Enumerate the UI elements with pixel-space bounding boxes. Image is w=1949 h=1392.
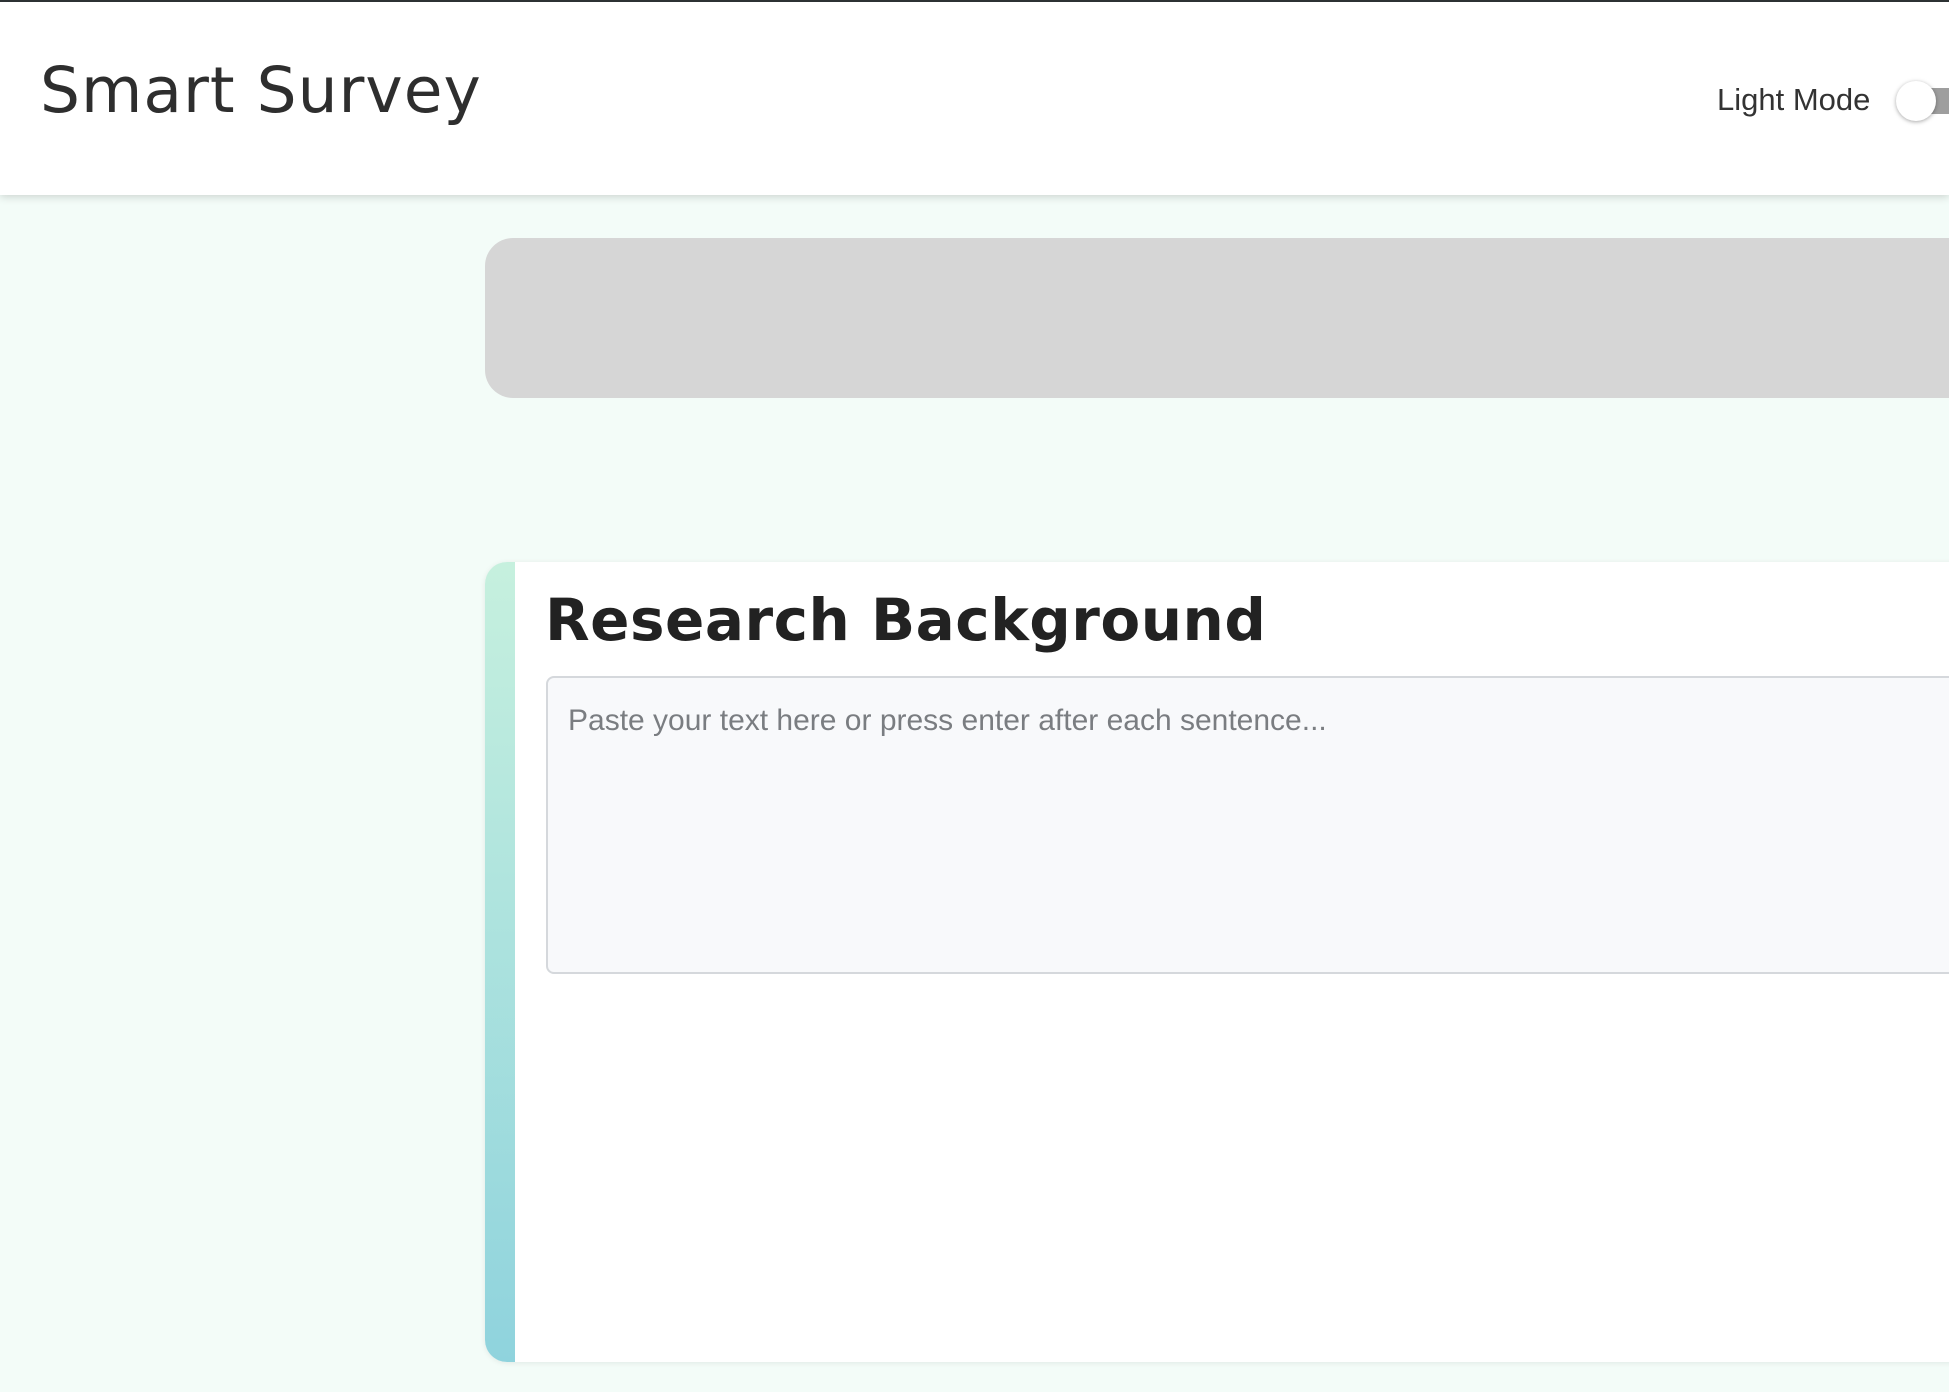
app-header: Smart Survey Light Mode — [0, 2, 1949, 195]
card-accent-bar — [485, 562, 515, 1362]
research-background-card: Research Background — [485, 562, 1949, 1362]
mode-label: Light Mode — [1717, 82, 1871, 117]
research-background-title: Research Background — [545, 586, 1267, 654]
toggle-knob — [1896, 81, 1936, 121]
app-title: Smart Survey — [40, 54, 482, 127]
research-background-input[interactable] — [546, 676, 1949, 974]
light-mode-toggle[interactable] — [1896, 80, 1949, 122]
placeholder-banner — [485, 238, 1949, 398]
